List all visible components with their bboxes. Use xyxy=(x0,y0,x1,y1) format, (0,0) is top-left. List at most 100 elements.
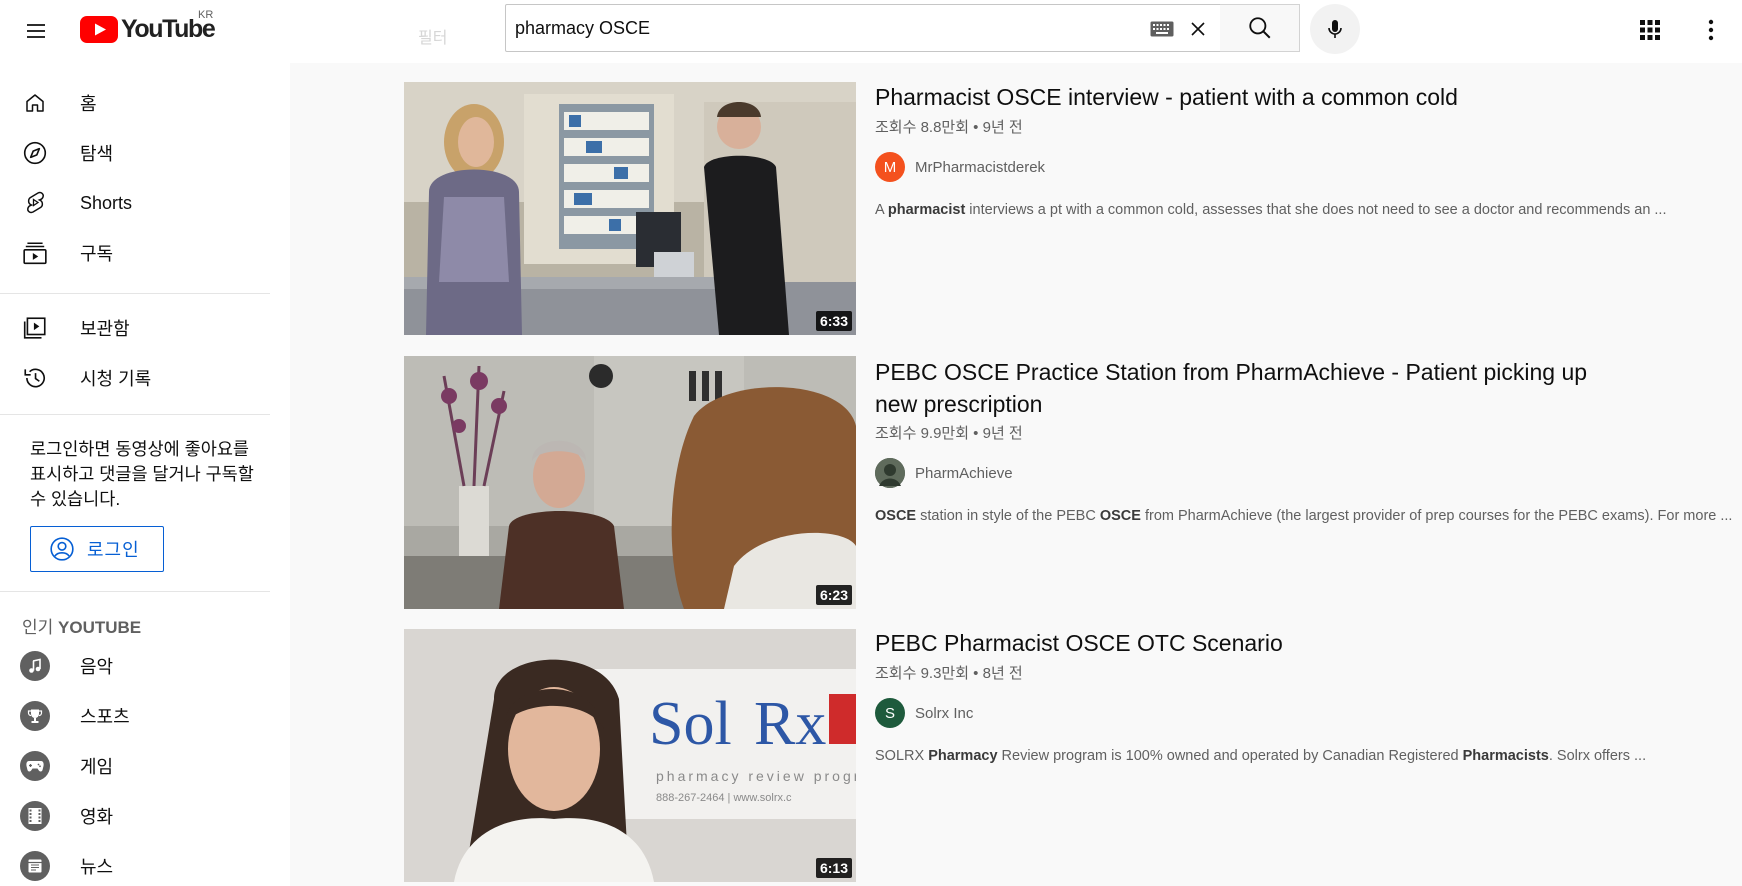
apps-grid-icon xyxy=(1640,20,1660,40)
channel-link[interactable]: PharmAchieve xyxy=(875,458,1013,488)
desc-text: SOLRX xyxy=(875,748,929,764)
avatar xyxy=(875,458,905,488)
video-result[interactable]: 6:23 PEBC OSCE Practice Station from Pha… xyxy=(404,356,1742,611)
sign-contact: 888-267-2464 | www.solrx.c xyxy=(656,792,792,804)
sidebar-divider xyxy=(0,591,270,592)
sidebar-item-explore[interactable]: 탐색 xyxy=(12,130,268,176)
sidebar-item-subscriptions[interactable]: 구독 xyxy=(12,230,268,276)
channel-avatar-image xyxy=(875,458,905,488)
video-duration: 6:13 xyxy=(815,858,852,878)
microphone-icon xyxy=(1328,20,1342,38)
sidebar-item-label: Shorts xyxy=(80,192,133,213)
sidebar-item-label: 음악 xyxy=(80,657,114,677)
sidebar-item-movies[interactable]: 영화 xyxy=(12,793,268,839)
sidebar-item-label: 탐색 xyxy=(80,144,114,164)
trophy-icon xyxy=(20,701,50,731)
thumbnail-image: Sol Rx pharmacy review progr 888-267-246… xyxy=(404,629,856,882)
compass-icon xyxy=(22,140,48,166)
desc-keyword: OSCE xyxy=(1099,508,1141,524)
sidebar-item-label: 시청 기록 xyxy=(80,369,152,389)
sidebar: 홈 탐색 Shorts 구독 보관함 시청 기록 로그인하면 동영상에 좋아요를… xyxy=(0,63,290,886)
youtube-play-logo-icon xyxy=(80,15,118,43)
thumbnail-image xyxy=(404,356,856,609)
video-result[interactable]: Sol Rx pharmacy review progr 888-267-246… xyxy=(404,629,1742,884)
desc-text: station in style of the PEBC xyxy=(916,508,1100,524)
avatar: S xyxy=(875,698,905,728)
subscriptions-icon xyxy=(22,240,48,266)
newspaper-icon xyxy=(20,851,50,881)
sidebar-item-music[interactable]: 음악 xyxy=(12,643,268,689)
sign-brand-rx: Rx xyxy=(754,690,826,758)
clear-search-icon[interactable] xyxy=(1186,17,1210,41)
sign-tagline: pharmacy review progr xyxy=(656,768,856,784)
sidebar-item-library[interactable]: 보관함 xyxy=(12,305,268,351)
channel-link[interactable]: M MrPharmacistderek xyxy=(875,152,1045,182)
video-thumbnail[interactable]: Sol Rx pharmacy review progr 888-267-246… xyxy=(404,629,856,882)
home-icon xyxy=(22,90,48,116)
desc-keyword: Pharmacists xyxy=(1462,748,1549,764)
channel-name: MrPharmacistderek xyxy=(915,158,1046,176)
login-button[interactable]: 로그인 xyxy=(30,526,164,572)
section-prefix: 인기 xyxy=(22,618,59,637)
sidebar-item-label: 보관함 xyxy=(80,319,130,339)
desc-keyword: OSCE xyxy=(875,508,917,524)
keyboard-icon[interactable] xyxy=(1150,20,1174,38)
search-box xyxy=(505,4,1221,52)
search-button[interactable] xyxy=(1220,4,1300,52)
music-note-icon xyxy=(20,651,50,681)
search-icon xyxy=(1248,17,1270,39)
youtube-apps-button[interactable] xyxy=(1630,10,1670,50)
channel-link[interactable]: S Solrx Inc xyxy=(875,698,973,728)
sidebar-item-label: 뉴스 xyxy=(80,857,114,877)
country-code: KR xyxy=(198,9,214,21)
section-name: YOUTUBE xyxy=(58,618,142,637)
sidebar-item-label: 구독 xyxy=(80,244,114,264)
menu-icon xyxy=(27,24,45,38)
sidebar-item-history[interactable]: 시청 기록 xyxy=(12,355,268,401)
shorts-icon xyxy=(22,190,48,216)
sidebar-item-shorts[interactable]: Shorts xyxy=(12,180,268,226)
sign-brand-sol: Sol xyxy=(649,690,732,758)
film-icon xyxy=(20,801,50,831)
history-icon xyxy=(22,365,48,391)
sidebar-item-sports[interactable]: 스포츠 xyxy=(12,693,268,739)
video-meta: 조회수 9.3만회 • 8년 전 xyxy=(875,665,1023,682)
desc-text: Review program is 100% owned and operate… xyxy=(997,748,1463,764)
voice-search-button[interactable] xyxy=(1310,4,1360,54)
sidebar-item-label: 게임 xyxy=(80,757,114,777)
video-duration: 6:23 xyxy=(815,585,852,605)
video-result[interactable]: 6:33 Pharmacist OSCE interview - patient… xyxy=(404,82,1742,337)
video-description: SOLRX Pharmacy Review program is 100% ow… xyxy=(875,748,1742,764)
vertical-dots-icon xyxy=(1708,19,1714,41)
desc-text: A xyxy=(875,202,888,218)
gamepad-icon xyxy=(20,751,50,781)
avatar: M xyxy=(875,152,905,182)
search-input[interactable] xyxy=(506,6,1106,50)
popular-section-title: 인기 YOUTUBE xyxy=(22,613,141,638)
top-header: YouTube KR xyxy=(0,0,1742,63)
sidebar-divider xyxy=(0,293,270,294)
video-title[interactable]: PEBC Pharmacist OSCE OTC Scenario xyxy=(875,627,1635,659)
hamburger-menu-button[interactable] xyxy=(16,11,56,51)
video-meta: 조회수 9.9만회 • 9년 전 xyxy=(875,425,1023,442)
library-icon xyxy=(22,315,48,341)
channel-name: Solrx Inc xyxy=(915,704,974,722)
youtube-logo[interactable]: YouTube xyxy=(80,14,216,44)
video-title[interactable]: Pharmacist OSCE interview - patient with… xyxy=(875,81,1635,113)
login-prompt: 로그인하면 동영상에 좋아요를 표시하고 댓글을 달거나 구독할 수 있습니다. xyxy=(30,439,254,509)
sidebar-item-gaming[interactable]: 게임 xyxy=(12,743,268,789)
desc-text: interviews a pt with a common cold, asse… xyxy=(965,202,1667,218)
channel-name: PharmAchieve xyxy=(915,464,1013,482)
settings-more-button[interactable] xyxy=(1691,10,1731,50)
video-title[interactable]: PEBC OSCE Practice Station from PharmAch… xyxy=(875,356,1635,420)
search-filter-button[interactable]: 필터 xyxy=(418,24,447,48)
video-thumbnail[interactable]: 6:33 xyxy=(404,82,856,335)
video-thumbnail[interactable]: 6:23 xyxy=(404,356,856,609)
video-duration: 6:33 xyxy=(815,311,852,331)
sidebar-item-news[interactable]: 뉴스 xyxy=(12,843,268,886)
sidebar-item-home[interactable]: 홈 xyxy=(12,80,268,126)
sidebar-item-label: 홈 xyxy=(80,94,97,114)
desc-keyword: pharmacist xyxy=(887,202,966,218)
video-description: A pharmacist interviews a pt with a comm… xyxy=(875,202,1742,218)
desc-text: . Solrx offers ... xyxy=(1548,748,1647,764)
